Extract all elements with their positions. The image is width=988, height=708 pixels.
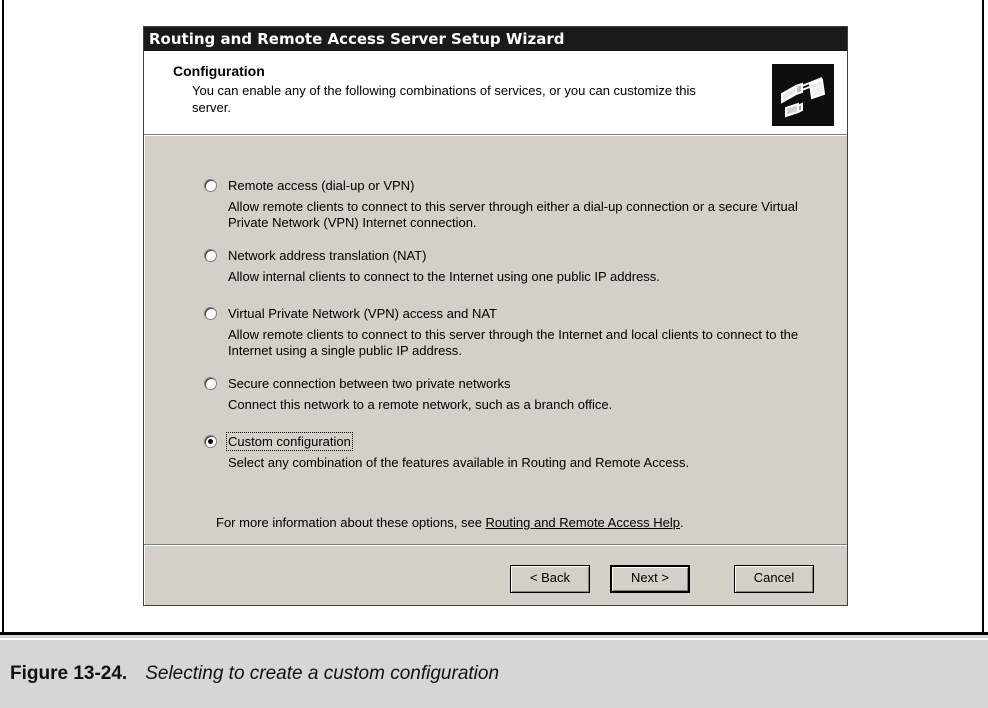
figure-caption-text: Selecting to create a custom configurati… [145,663,500,684]
help-link[interactable]: Routing and Remote Access Help [486,515,680,530]
next-button[interactable]: Next > [610,565,690,593]
radio-nat[interactable] [204,248,217,262]
option-label[interactable]: Secure connection between two private ne… [228,376,511,391]
wizard-header: Configuration You can enable any of the … [144,51,847,136]
back-button[interactable]: < Back [510,565,590,593]
option-remote-access[interactable]: Remote access (dial-up or VPN) Allow rem… [204,176,834,231]
option-description: Allow internal clients to connect to the… [228,269,660,284]
option-description: Select any combination of the features a… [228,455,690,470]
option-label[interactable]: Virtual Private Network (VPN) access and… [228,306,497,321]
option-secure-connection[interactable]: Secure connection between two private ne… [204,374,834,413]
page-title: Configuration [173,63,265,79]
figure-number: Figure 13-24. [10,663,128,684]
network-cable-icon [772,64,834,126]
radio-secure-connection[interactable] [204,376,217,390]
help-note-text: For more information about these options… [216,515,486,530]
option-custom-configuration[interactable]: Custom configuration Select any combinat… [204,431,834,471]
radio-vpn-and-nat[interactable] [204,306,217,320]
option-label[interactable]: Custom configuration [226,431,353,451]
option-description: Connect this network to a remote network… [228,397,613,412]
radio-custom-configuration[interactable] [204,434,217,448]
window-title: Routing and Remote Access Server Setup W… [149,30,565,48]
figure-caption-bar: Figure 13-24. Selecting to create a custo… [0,632,988,708]
wizard-body: Remote access (dial-up or VPN) Allow rem… [144,136,847,545]
option-description: Allow remote clients to connect to this … [228,199,798,230]
option-nat[interactable]: Network address translation (NAT) Allow … [204,246,834,285]
radio-remote-access[interactable] [204,178,217,192]
option-label[interactable]: Remote access (dial-up or VPN) [228,178,414,193]
option-vpn-and-nat[interactable]: Virtual Private Network (VPN) access and… [204,304,834,359]
help-note-end: . [679,515,684,530]
help-note: For more information about these options… [216,515,684,530]
option-label[interactable]: Network address translation (NAT) [228,248,426,263]
page-subtitle: You can enable any of the following comb… [192,83,696,115]
cancel-button[interactable]: Cancel [734,565,814,593]
option-description: Allow remote clients to connect to this … [228,327,799,358]
window-titlebar[interactable]: Routing and Remote Access Server Setup W… [144,27,847,51]
setup-wizard-dialog: Routing and Remote Access Server Setup W… [143,26,848,606]
figure-caption: Figure 13-24. Selecting to create a custo… [10,663,499,685]
button-separator [144,544,847,546]
